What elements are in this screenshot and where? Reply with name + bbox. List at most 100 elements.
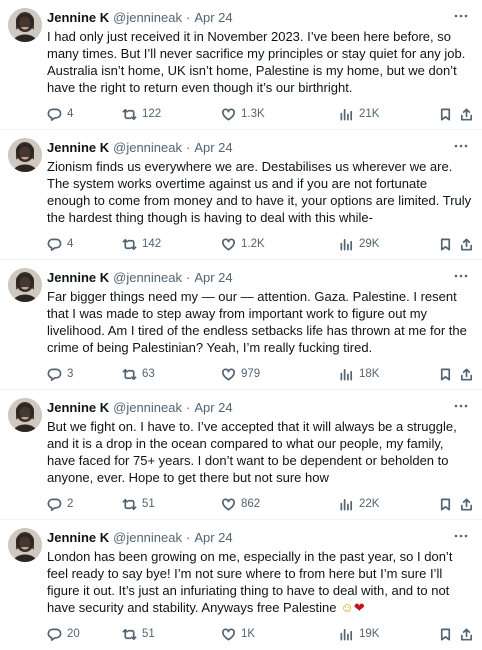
views-icon (340, 108, 353, 120)
tweet-text: But we fight on. I have to. I’ve accepte… (47, 418, 472, 486)
share-button[interactable] (459, 236, 474, 252)
tweet-header: Jennine K @jennineak · Apr 24 (47, 530, 472, 546)
views-button[interactable]: 18K (339, 366, 379, 382)
like-count: 1.2K (241, 238, 265, 250)
tweet-body-text: Zionism finds us everywhere we are. Dest… (47, 159, 475, 225)
views-icon (340, 628, 353, 640)
tweet-date[interactable]: Apr 24 (194, 140, 232, 156)
views-button[interactable]: 29K (339, 236, 379, 252)
separator-dot: · (185, 400, 191, 415)
more-options-icon[interactable] (452, 268, 470, 284)
views-icon (340, 498, 353, 510)
author-name[interactable]: Jennine K (47, 400, 109, 416)
reply-count: 4 (67, 108, 74, 120)
separator-dot: · (185, 530, 191, 545)
tweet-text: I had only just received it in November … (47, 28, 472, 96)
tweet-date[interactable]: Apr 24 (194, 400, 232, 416)
reply-count: 3 (67, 368, 74, 380)
reply-button[interactable]: 4 (47, 236, 73, 252)
share-icon (460, 108, 473, 120)
reply-count: 2 (67, 498, 74, 510)
bookmark-button[interactable] (438, 236, 453, 252)
more-options-icon[interactable] (452, 138, 470, 154)
views-button[interactable]: 19K (339, 626, 379, 642)
reply-button[interactable]: 2 (47, 496, 73, 512)
relieved-face-emoji: ☺ (340, 600, 354, 615)
bookmark-button[interactable] (438, 496, 453, 512)
view-count: 18K (359, 368, 380, 380)
more-options-icon[interactable] (452, 528, 470, 544)
tweet[interactable]: Jennine K @jennineak · Apr 24 I had only… (0, 0, 482, 130)
like-icon (222, 237, 235, 250)
reply-count: 4 (67, 238, 74, 250)
author-name[interactable]: Jennine K (47, 10, 109, 26)
like-button[interactable]: 1.2K (221, 236, 265, 252)
like-icon (222, 107, 235, 120)
tweet[interactable]: Jennine K @jennineak · Apr 24 Zionism fi… (0, 130, 482, 260)
like-icon (222, 497, 235, 510)
red-heart-emoji: ❤ (353, 600, 365, 615)
author-handle[interactable]: @jennineak (113, 270, 182, 286)
repost-button[interactable]: 51 (122, 626, 155, 642)
share-button[interactable] (459, 626, 474, 642)
tweet-date[interactable]: Apr 24 (194, 530, 232, 546)
avatar[interactable] (8, 138, 42, 172)
repost-button[interactable]: 63 (122, 366, 155, 382)
tweet[interactable]: Jennine K @jennineak · Apr 24 But we fig… (0, 390, 482, 520)
share-button[interactable] (459, 496, 474, 512)
view-count: 21K (359, 108, 380, 120)
avatar[interactable] (8, 398, 42, 432)
like-button[interactable]: 1.3K (221, 106, 265, 122)
repost-icon (122, 368, 137, 380)
author-handle[interactable]: @jennineak (113, 530, 182, 546)
like-button[interactable]: 1K (221, 626, 255, 642)
views-icon (340, 238, 353, 250)
reply-button[interactable]: 4 (47, 106, 73, 122)
repost-button[interactable]: 142 (122, 236, 161, 252)
timeline: Jennine K @jennineak · Apr 24 I had only… (0, 0, 482, 650)
tweet[interactable]: Jennine K @jennineak · Apr 24 Far bigger… (0, 260, 482, 390)
author-name[interactable]: Jennine K (47, 140, 109, 156)
bookmark-button[interactable] (438, 366, 453, 382)
author-name[interactable]: Jennine K (47, 270, 109, 286)
author-handle[interactable]: @jennineak (113, 140, 182, 156)
separator-dot: · (185, 10, 191, 25)
more-options-icon[interactable] (452, 8, 470, 24)
repost-icon (122, 238, 137, 250)
like-button[interactable]: 862 (221, 496, 260, 512)
repost-button[interactable]: 51 (122, 496, 155, 512)
tweet-actions: 4 142 1.2K 29K (47, 236, 474, 252)
tweet-date[interactable]: Apr 24 (194, 10, 232, 26)
bookmark-button[interactable] (438, 106, 453, 122)
tweet[interactable]: Jennine K @jennineak · Apr 24 London has… (0, 520, 482, 650)
views-button[interactable]: 22K (339, 496, 379, 512)
reply-icon (47, 497, 62, 511)
reply-button[interactable]: 20 (47, 626, 80, 642)
share-button[interactable] (459, 106, 474, 122)
share-icon (460, 628, 473, 640)
bookmark-icon (440, 628, 451, 640)
tweet-body-text: But we fight on. I have to. I’ve accepte… (47, 419, 461, 485)
repost-icon (122, 108, 137, 120)
avatar[interactable] (8, 528, 42, 562)
repost-count: 63 (142, 368, 155, 380)
author-name[interactable]: Jennine K (47, 530, 109, 546)
reply-button[interactable]: 3 (47, 366, 73, 382)
tweet-actions: 3 63 979 18K (47, 366, 474, 382)
separator-dot: · (185, 270, 191, 285)
repost-button[interactable]: 122 (122, 106, 161, 122)
more-options-icon[interactable] (452, 398, 470, 414)
bookmark-icon (440, 498, 451, 510)
bookmark-icon (440, 238, 451, 250)
avatar[interactable] (8, 8, 42, 42)
share-button[interactable] (459, 366, 474, 382)
like-button[interactable]: 979 (221, 366, 260, 382)
tweet-text: London has been growing on me, especiall… (47, 548, 472, 616)
like-count: 862 (241, 498, 261, 510)
author-handle[interactable]: @jennineak (113, 10, 182, 26)
views-button[interactable]: 21K (339, 106, 379, 122)
author-handle[interactable]: @jennineak (113, 400, 182, 416)
bookmark-button[interactable] (438, 626, 453, 642)
avatar[interactable] (8, 268, 42, 302)
tweet-date[interactable]: Apr 24 (194, 270, 232, 286)
